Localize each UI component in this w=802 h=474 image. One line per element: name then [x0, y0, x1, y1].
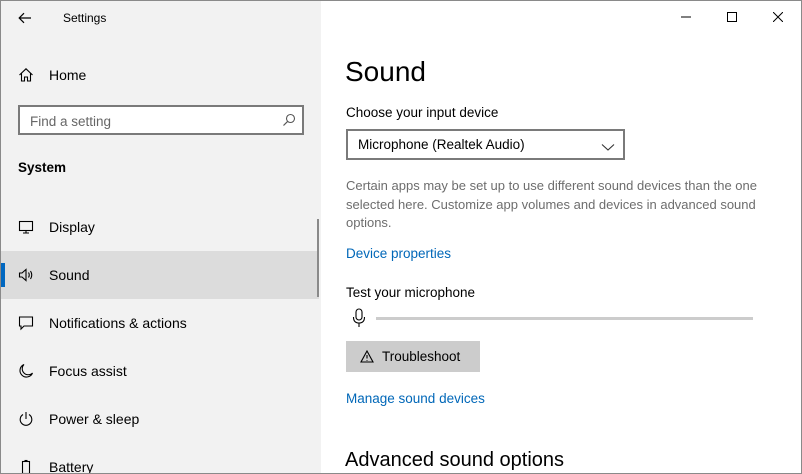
sidebar-item-notifications[interactable]: Notifications & actions [1, 299, 319, 347]
input-device-description: Certain apps may be set up to use differ… [346, 178, 757, 230]
sidebar: Settings Home System [1, 1, 321, 473]
sidebar-item-label: Display [49, 219, 95, 235]
moon-icon [17, 362, 35, 380]
device-properties-link[interactable]: Device properties [346, 246, 451, 261]
main-content: Sound Choose your input device Microphon… [321, 1, 801, 473]
test-microphone-label: Test your microphone [346, 285, 476, 300]
speaker-icon [17, 266, 35, 284]
sidebar-item-label: Power & sleep [49, 411, 140, 427]
sidebar-item-focus-assist[interactable]: Focus assist [1, 347, 319, 395]
app-title: Settings [63, 11, 107, 25]
sidebar-item-home[interactable]: Home [1, 51, 319, 99]
maximize-button[interactable] [709, 1, 755, 33]
back-arrow-icon [18, 12, 31, 24]
minimize-icon [681, 16, 691, 18]
input-device-select[interactable]: Microphone (Realtek Audio) [346, 129, 625, 160]
page-title: Sound [345, 56, 426, 87]
sidebar-item-battery[interactable]: Battery [1, 443, 319, 474]
monitor-icon [17, 218, 35, 236]
battery-icon [17, 458, 35, 473]
close-icon [773, 12, 783, 22]
chevron-down-icon [601, 139, 615, 157]
sidebar-item-label: Focus assist [49, 363, 127, 379]
input-device-label: Choose your input device [346, 105, 499, 120]
input-device-value: Microphone (Realtek Audio) [358, 137, 525, 152]
troubleshoot-button[interactable]: Troubleshoot [346, 341, 480, 372]
sidebar-item-sound[interactable]: Sound [1, 251, 319, 299]
search-input[interactable] [28, 110, 272, 132]
selection-indicator [1, 263, 5, 287]
warning-icon [360, 350, 374, 363]
sidebar-item-label: Notifications & actions [49, 315, 187, 331]
microphone-icon [351, 308, 367, 333]
sidebar-item-power-sleep[interactable]: Power & sleep [1, 395, 319, 443]
back-button[interactable] [9, 3, 41, 33]
home-icon [17, 66, 35, 84]
microphone-level-meter [376, 317, 753, 320]
sidebar-scrollbar[interactable] [317, 219, 319, 297]
close-button[interactable] [755, 1, 801, 33]
window-controls [663, 1, 801, 33]
search-box [18, 105, 304, 135]
sidebar-item-label: Battery [49, 459, 94, 474]
power-icon [17, 410, 35, 428]
sidebar-item-label: Home [49, 67, 87, 83]
notifications-icon [17, 314, 35, 332]
minimize-button[interactable] [663, 1, 709, 33]
sidebar-item-label: Sound [49, 267, 90, 283]
troubleshoot-label: Troubleshoot [382, 349, 461, 364]
maximize-icon [727, 12, 737, 22]
advanced-sound-options-heading: Advanced sound options [345, 449, 565, 471]
search-icon[interactable] [282, 113, 296, 132]
section-title: System [18, 160, 67, 175]
manage-sound-devices-link[interactable]: Manage sound devices [346, 391, 485, 406]
sidebar-item-display[interactable]: Display [1, 203, 319, 251]
settings-window: Settings Home System [0, 0, 802, 474]
